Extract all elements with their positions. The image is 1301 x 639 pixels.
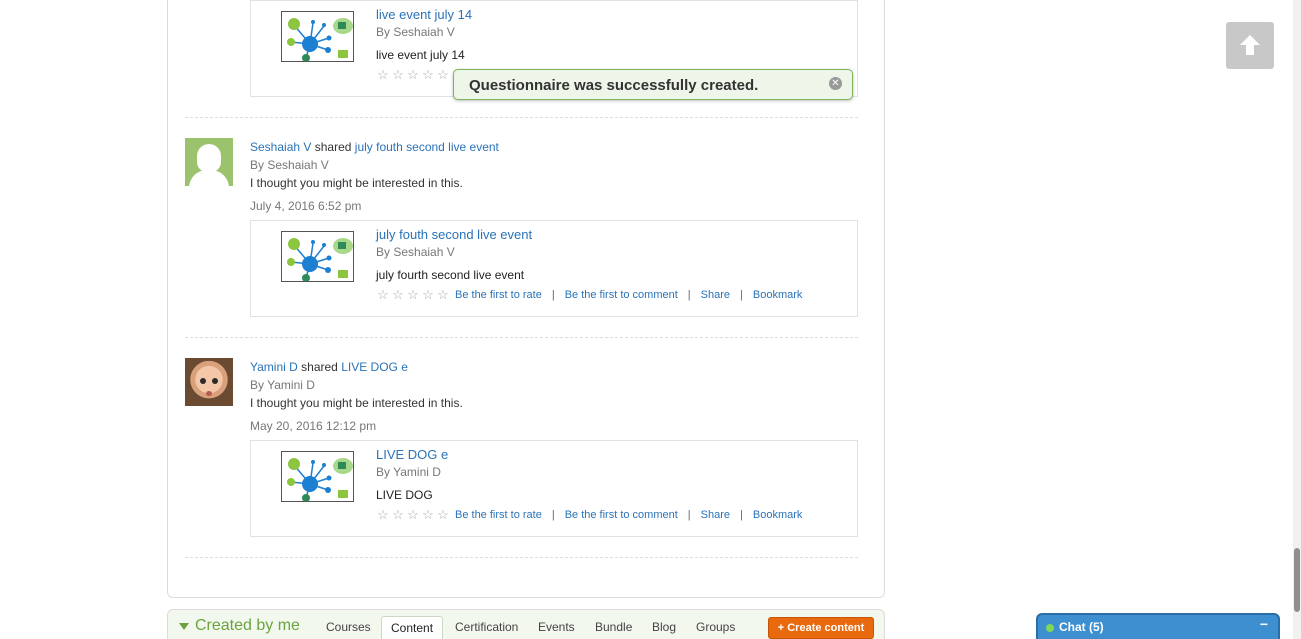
activity-date: May 20, 2016 12:12 pm <box>250 419 377 433</box>
tab-certification[interactable]: Certification <box>455 620 518 634</box>
star-icon[interactable]: ☆ <box>421 68 435 82</box>
tab-courses[interactable]: Courses <box>326 620 371 634</box>
tab-bundle[interactable]: Bundle <box>595 620 632 634</box>
chat-bar[interactable]: Chat (5) − <box>1036 613 1280 639</box>
separator: | <box>687 509 691 521</box>
rating-stars[interactable]: ☆ ☆ ☆ ☆ ☆ <box>376 68 450 82</box>
activity-message: I thought you might be interested in thi… <box>250 176 463 190</box>
activity-verb: shared <box>301 360 338 374</box>
online-status-icon <box>1046 624 1054 632</box>
star-icon[interactable]: ☆ <box>436 68 450 82</box>
activity-author: By Yamini D <box>250 378 315 392</box>
separator: | <box>740 289 743 301</box>
content-author: By Seshaiah V <box>376 245 455 259</box>
activity-line: Yamini D shared LIVE DOG e <box>250 360 408 374</box>
rating-stars[interactable]: ☆ ☆ ☆ ☆ ☆ <box>376 508 450 522</box>
avatar[interactable] <box>185 138 233 186</box>
avatar-shoulders <box>189 170 229 186</box>
section-title: Created by me <box>195 617 300 634</box>
rate-link[interactable]: Be the first to rate <box>455 509 542 521</box>
section-header[interactable]: Created by me <box>179 617 300 635</box>
shared-object-link[interactable]: LIVE DOG e <box>341 360 408 374</box>
star-icon[interactable]: ☆ <box>391 508 405 522</box>
separator: | <box>551 289 555 301</box>
actor-link[interactable]: Seshaiah V <box>250 140 311 154</box>
star-icon[interactable]: ☆ <box>421 288 435 302</box>
avatar-head <box>197 144 221 172</box>
activity-line: Seshaiah V shared july fouth second live… <box>250 140 499 154</box>
content-title-link[interactable]: live event july 14 <box>376 7 472 22</box>
separator: | <box>551 509 555 521</box>
arrow-up-icon <box>1240 35 1260 55</box>
tab-blog[interactable]: Blog <box>652 620 676 634</box>
avatar[interactable] <box>185 358 233 406</box>
star-icon[interactable]: ☆ <box>406 288 420 302</box>
tab-content[interactable]: Content <box>381 616 444 639</box>
content-actions: ☆ ☆ ☆ ☆ ☆ Be the first to rate | Be the firs… <box>376 508 802 522</box>
star-icon[interactable]: ☆ <box>376 508 390 522</box>
bookmark-link[interactable]: Bookmark <box>753 289 803 301</box>
network-diagram-icon[interactable] <box>281 451 354 502</box>
toast-message: Questionnaire was successfully created. <box>469 77 759 94</box>
chat-title: Chat <box>1059 620 1086 634</box>
content-actions: ☆ ☆ ☆ ☆ ☆ Be the first to rate | Be the firs… <box>376 288 802 302</box>
minimize-icon[interactable]: − <box>1260 616 1268 632</box>
activity-verb: shared <box>314 140 352 154</box>
content-title-link[interactable]: july fouth second live event <box>376 227 532 242</box>
page-scrollbar[interactable] <box>1293 0 1301 639</box>
bookmark-link[interactable]: Bookmark <box>753 509 803 521</box>
star-icon[interactable]: ☆ <box>436 508 450 522</box>
star-icon[interactable]: ☆ <box>391 68 405 82</box>
network-diagram-icon[interactable] <box>281 231 354 282</box>
star-icon[interactable]: ☆ <box>406 68 420 82</box>
feed-divider <box>185 117 858 118</box>
star-icon[interactable]: ☆ <box>421 508 435 522</box>
collapse-triangle-icon <box>179 622 189 630</box>
rating-stars[interactable]: ☆ ☆ ☆ ☆ ☆ <box>376 288 450 302</box>
scrollbar-thumb[interactable] <box>1294 548 1300 612</box>
content-title-link[interactable]: LIVE DOG e <box>376 447 448 462</box>
separator: | <box>687 289 691 301</box>
content-author: By Seshaiah V <box>376 25 455 39</box>
separator: | <box>740 509 743 521</box>
star-icon[interactable]: ☆ <box>391 288 405 302</box>
star-icon[interactable]: ☆ <box>376 288 390 302</box>
content-author: By Yamini D <box>376 465 441 479</box>
activity-message: I thought you might be interested in thi… <box>250 396 463 410</box>
created-by-me-panel: Created by me Courses Content Certificat… <box>167 609 885 639</box>
create-content-button[interactable]: + Create content <box>768 617 874 639</box>
content-description: july fourth second live event <box>376 268 525 282</box>
avatar-eye <box>212 378 218 384</box>
network-diagram-icon[interactable] <box>281 11 354 62</box>
star-icon[interactable]: ☆ <box>436 288 450 302</box>
comment-link[interactable]: Be the first to comment <box>565 509 678 521</box>
content-card: july fouth second live event By Seshaiah… <box>250 220 858 317</box>
tab-groups[interactable]: Groups <box>696 620 735 634</box>
comment-link[interactable]: Be the first to comment <box>565 289 678 301</box>
share-link[interactable]: Share <box>701 289 730 301</box>
content-card: LIVE DOG e By Yamini D LIVE DOG ☆ ☆ ☆ ☆ ☆ Be… <box>250 440 858 537</box>
feed-divider <box>185 557 858 558</box>
chat-count: (5) <box>1089 620 1104 634</box>
actor-link[interactable]: Yamini D <box>250 360 298 374</box>
content-description: live event july 14 <box>376 48 465 62</box>
activity-author: By Seshaiah V <box>250 158 329 172</box>
star-icon[interactable]: ☆ <box>376 68 390 82</box>
share-link[interactable]: Share <box>701 509 730 521</box>
rate-link[interactable]: Be the first to rate <box>455 289 542 301</box>
activity-date: July 4, 2016 6:52 pm <box>250 199 362 213</box>
content-actions: ☆ ☆ ☆ ☆ ☆ <box>376 68 455 82</box>
success-toast: Questionnaire was successfully created. … <box>453 69 853 100</box>
tab-events[interactable]: Events <box>538 620 575 634</box>
close-icon[interactable]: ✕ <box>829 77 842 90</box>
chat-label: Chat (5) <box>1059 620 1104 634</box>
avatar-mouth <box>206 391 212 396</box>
avatar-eye <box>200 378 206 384</box>
page: live event july 14 By Seshaiah V live ev… <box>0 0 1301 639</box>
back-to-top-button[interactable] <box>1226 22 1274 69</box>
shared-object-link[interactable]: july fouth second live event <box>355 140 499 154</box>
feed-divider <box>185 337 858 338</box>
star-icon[interactable]: ☆ <box>406 508 420 522</box>
content-description: LIVE DOG <box>376 488 433 502</box>
